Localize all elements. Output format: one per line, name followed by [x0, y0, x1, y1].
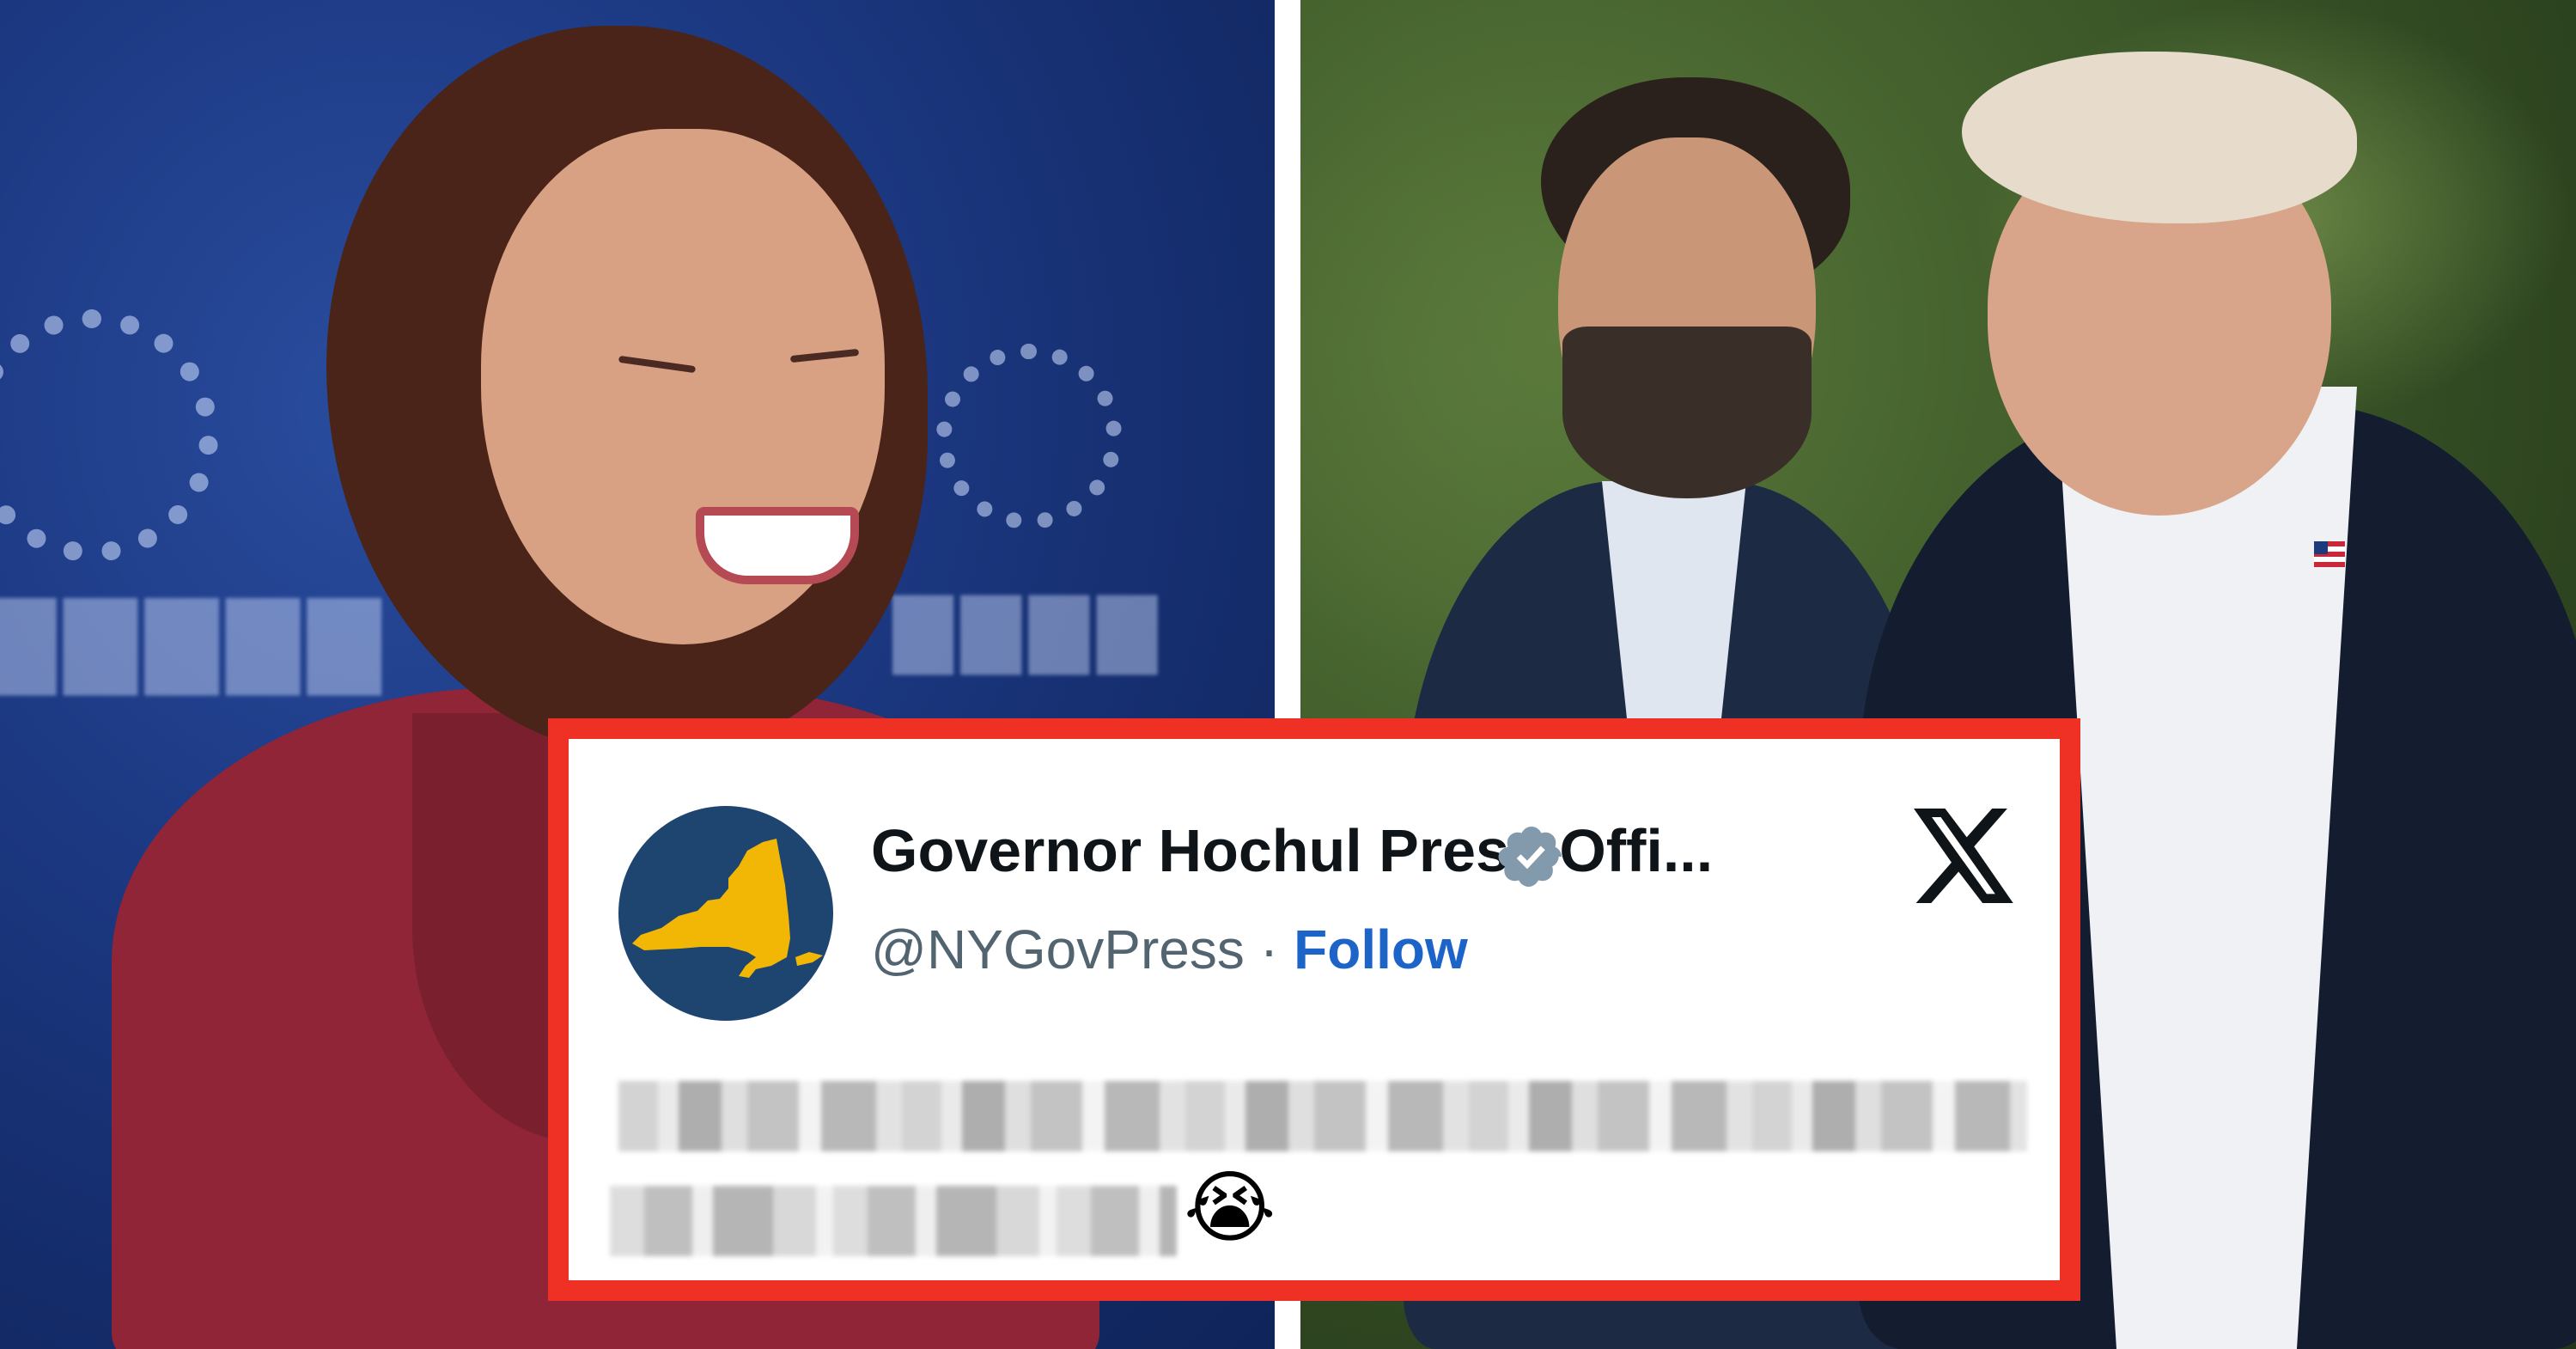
- follow-button[interactable]: Follow: [1294, 919, 1468, 980]
- separator-dot: ·: [1259, 919, 1279, 980]
- tweet-card[interactable]: Governor Hochul Press Offi... @NYGovPres…: [569, 739, 2060, 1280]
- loudly-crying-face-emoji: 😭: [1184, 1164, 1276, 1252]
- tweet-highlight-frame: Governor Hochul Press Offi... @NYGovPres…: [548, 718, 2080, 1301]
- x-logo-icon[interactable]: [1914, 808, 2017, 904]
- background-blurred-word-right: ▇▇▇▇: [893, 588, 1166, 673]
- censored-tweet-text-line-1: [618, 1081, 2027, 1151]
- flag-lapel-pin: [2314, 541, 2345, 567]
- new-york-state-map-icon: [632, 839, 823, 978]
- handle-row: @NYGovPress · Follow: [871, 918, 1468, 981]
- background-logo-ring-right: [936, 344, 1122, 529]
- account-handle[interactable]: @NYGovPress: [871, 919, 1245, 980]
- background-logo-ring: [0, 309, 218, 562]
- censored-tweet-text-line-2: [610, 1186, 1177, 1256]
- account-display-name[interactable]: Governor Hochul Press Offi...: [871, 816, 1713, 885]
- account-avatar[interactable]: [618, 806, 833, 1021]
- verified-badge-icon: [1498, 826, 1562, 888]
- beard: [1562, 327, 1812, 498]
- background-blurred-word: ▇▇▇▇▇: [0, 588, 389, 693]
- smile: [696, 507, 859, 584]
